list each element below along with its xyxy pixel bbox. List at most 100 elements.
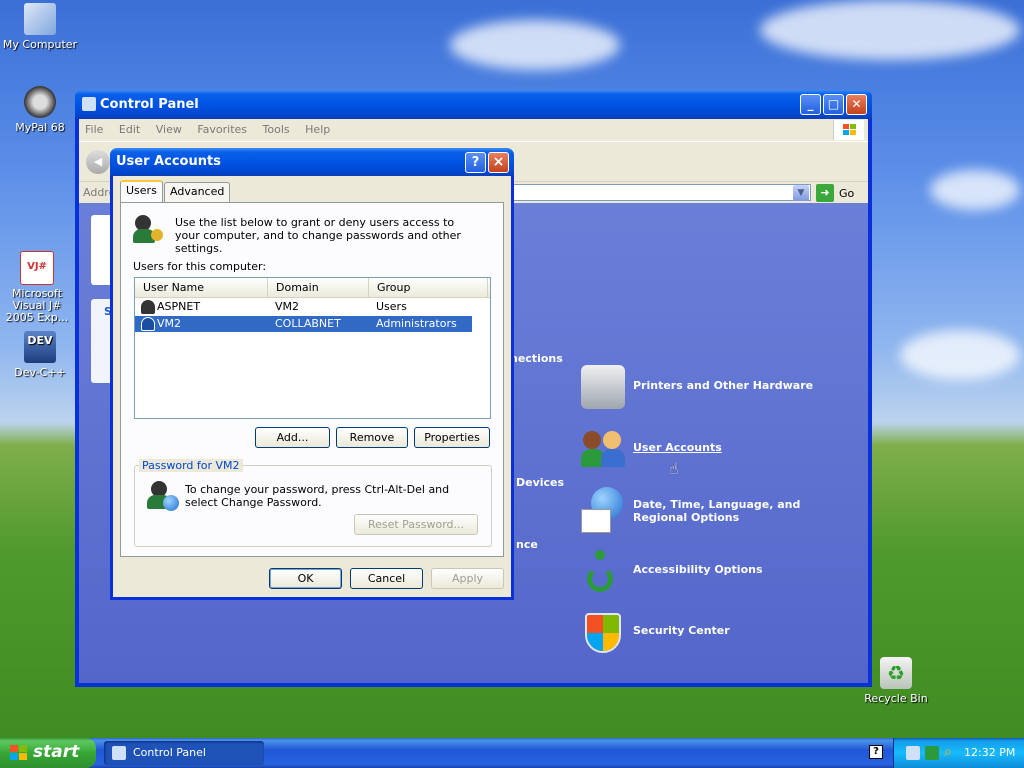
help-icon: ? (471, 155, 480, 170)
taskbar-item-control-panel[interactable]: Control Panel (104, 741, 264, 765)
maximize-button[interactable]: □ (823, 94, 844, 115)
tab-advanced[interactable]: Advanced (164, 182, 231, 203)
cell-domain: COLLABNET (275, 317, 341, 330)
desktop-icon-label: Microsoft Visual J# 2005 Exp... (5, 287, 69, 324)
shield-icon (581, 611, 625, 655)
close-icon: × (492, 154, 505, 170)
back-arrow-icon: ◀ (93, 155, 103, 168)
category-label: Security Center (633, 624, 730, 637)
users-list-header: User Name Domain Group (135, 278, 490, 298)
menu-edit[interactable]: Edit (113, 119, 146, 140)
window-title: Control Panel (100, 97, 199, 112)
column-group[interactable]: Group (369, 278, 488, 297)
users-list-label: Users for this computer: (133, 260, 267, 273)
taskbar-help-icon[interactable]: ? (869, 745, 883, 759)
menu-bar: File Edit View Favorites Tools Help (79, 119, 868, 141)
clock: 12:32 PM (964, 746, 1016, 759)
control-panel-icon (82, 97, 96, 111)
column-domain[interactable]: Domain (268, 278, 369, 297)
minimize-button[interactable]: _ (800, 94, 821, 115)
recycle-bin-icon: ♻ (880, 657, 912, 689)
address-input[interactable] (511, 184, 811, 201)
dialog-title: User Accounts (116, 154, 221, 169)
shield-tray-icon[interactable] (925, 746, 939, 760)
table-row[interactable]: ASPNET VM2 Users (135, 299, 472, 315)
properties-button[interactable]: Properties (414, 427, 490, 448)
ok-button[interactable]: OK (269, 568, 342, 589)
menu-tools[interactable]: Tools (257, 119, 296, 140)
password-group-label: Password for VM2 (139, 459, 243, 472)
raccoon-icon (24, 86, 56, 118)
desktop-icon-label: My Computer (2, 38, 78, 51)
system-tray: ⌕ 12:32 PM (893, 738, 1024, 768)
category-printers[interactable]: Printers and Other Hardware (581, 365, 851, 411)
tab-label: Users (126, 184, 157, 197)
dialog-close-button[interactable]: × (488, 152, 509, 173)
category-date-time[interactable]: Date, Time, Language, and Regional Optio… (581, 487, 851, 533)
apply-button[interactable]: Apply (431, 568, 504, 589)
desktop-icon-visual-jsharp[interactable]: VJ# Microsoft Visual J# 2005 Exp... (0, 251, 76, 324)
users-info-icon (133, 215, 165, 245)
go-arrow-icon: ➜ (816, 184, 834, 202)
users-tab-panel: Use the list below to grant or deny user… (120, 202, 504, 557)
back-button[interactable]: ◀ (86, 150, 110, 174)
category-network-partial[interactable]: nections (510, 352, 563, 365)
close-button[interactable]: ✕ (846, 94, 867, 115)
dialog-body: Users Advanced Use the list below to gra… (113, 176, 511, 597)
add-button[interactable]: Add... (255, 427, 330, 448)
search-icon[interactable]: ⌕ (944, 744, 952, 760)
category-label: Date, Time, Language, and Regional Optio… (633, 498, 801, 524)
table-row-selected[interactable]: VM2 COLLABNET Administrators (135, 316, 472, 332)
desktop-icon-devcpp[interactable]: DEV Dev-C++ (0, 331, 80, 379)
category-label: Printers and Other Hardware (633, 379, 814, 392)
help-button[interactable]: ? (465, 152, 486, 173)
cell-domain: VM2 (275, 300, 300, 313)
control-panel-icon (112, 746, 126, 760)
windows-flag-icon (10, 745, 27, 761)
desktop-icon-mypal[interactable]: MyPal 68 (0, 86, 80, 134)
user-accounts-dialog: User Accounts ? × Users Advanced Use the… (110, 148, 514, 600)
users-list[interactable]: User Name Domain Group ASPNET VM2 Users … (134, 277, 491, 419)
desktop-icon-label: Recycle Bin (864, 692, 928, 705)
network-icon[interactable] (906, 746, 920, 760)
tab-users[interactable]: Users (120, 180, 163, 204)
user-accounts-icon (581, 427, 625, 471)
close-icon: ✕ (851, 97, 862, 111)
dialog-titlebar[interactable]: User Accounts ? × (110, 148, 514, 176)
desktop-icon-label: Dev-C++ (14, 366, 66, 379)
category-user-accounts[interactable]: User Accounts (581, 427, 851, 473)
cell-group: Administrators (376, 317, 457, 330)
menu-help[interactable]: Help (299, 119, 336, 140)
start-button[interactable]: start (0, 738, 96, 768)
address-dropdown-button[interactable]: ▼ (793, 185, 809, 201)
menu-view[interactable]: View (150, 119, 188, 140)
menu-file[interactable]: File (79, 119, 109, 140)
category-label: User Accounts (633, 441, 722, 454)
control-panel-titlebar[interactable]: Control Panel _ □ ✕ (75, 90, 872, 119)
cell-group: Users (376, 300, 407, 313)
category-performance-partial[interactable]: nce (516, 538, 538, 551)
vjsharp-badge: VJ# (27, 261, 47, 272)
category-devices-partial[interactable]: Devices (516, 476, 564, 489)
cell-user-name: ASPNET (157, 300, 201, 313)
mouse-pointer-icon: ☝ (669, 459, 679, 478)
accessibility-icon (581, 550, 625, 594)
remove-button[interactable]: Remove (336, 427, 408, 448)
cancel-button[interactable]: Cancel (350, 568, 423, 589)
category-security-center[interactable]: Security Center (581, 611, 851, 657)
go-button[interactable]: ➜ Go (816, 184, 861, 202)
devcpp-badge: DEV (27, 334, 53, 347)
vjsharp-icon: VJ# (20, 251, 54, 285)
my-computer-icon (24, 3, 56, 35)
go-label: Go (839, 187, 855, 200)
printer-icon (581, 365, 625, 409)
desktop-icon-label: MyPal 68 (15, 121, 65, 134)
password-user-icon (147, 481, 179, 513)
category-accessibility[interactable]: Accessibility Options (581, 550, 851, 596)
reset-password-button[interactable]: Reset Password... (354, 514, 478, 535)
user-icon (141, 300, 155, 314)
start-label: start (33, 742, 80, 762)
column-user-name[interactable]: User Name (135, 278, 268, 297)
desktop-icon-my-computer[interactable]: My Computer (0, 3, 80, 51)
menu-favorites[interactable]: Favorites (191, 119, 253, 140)
